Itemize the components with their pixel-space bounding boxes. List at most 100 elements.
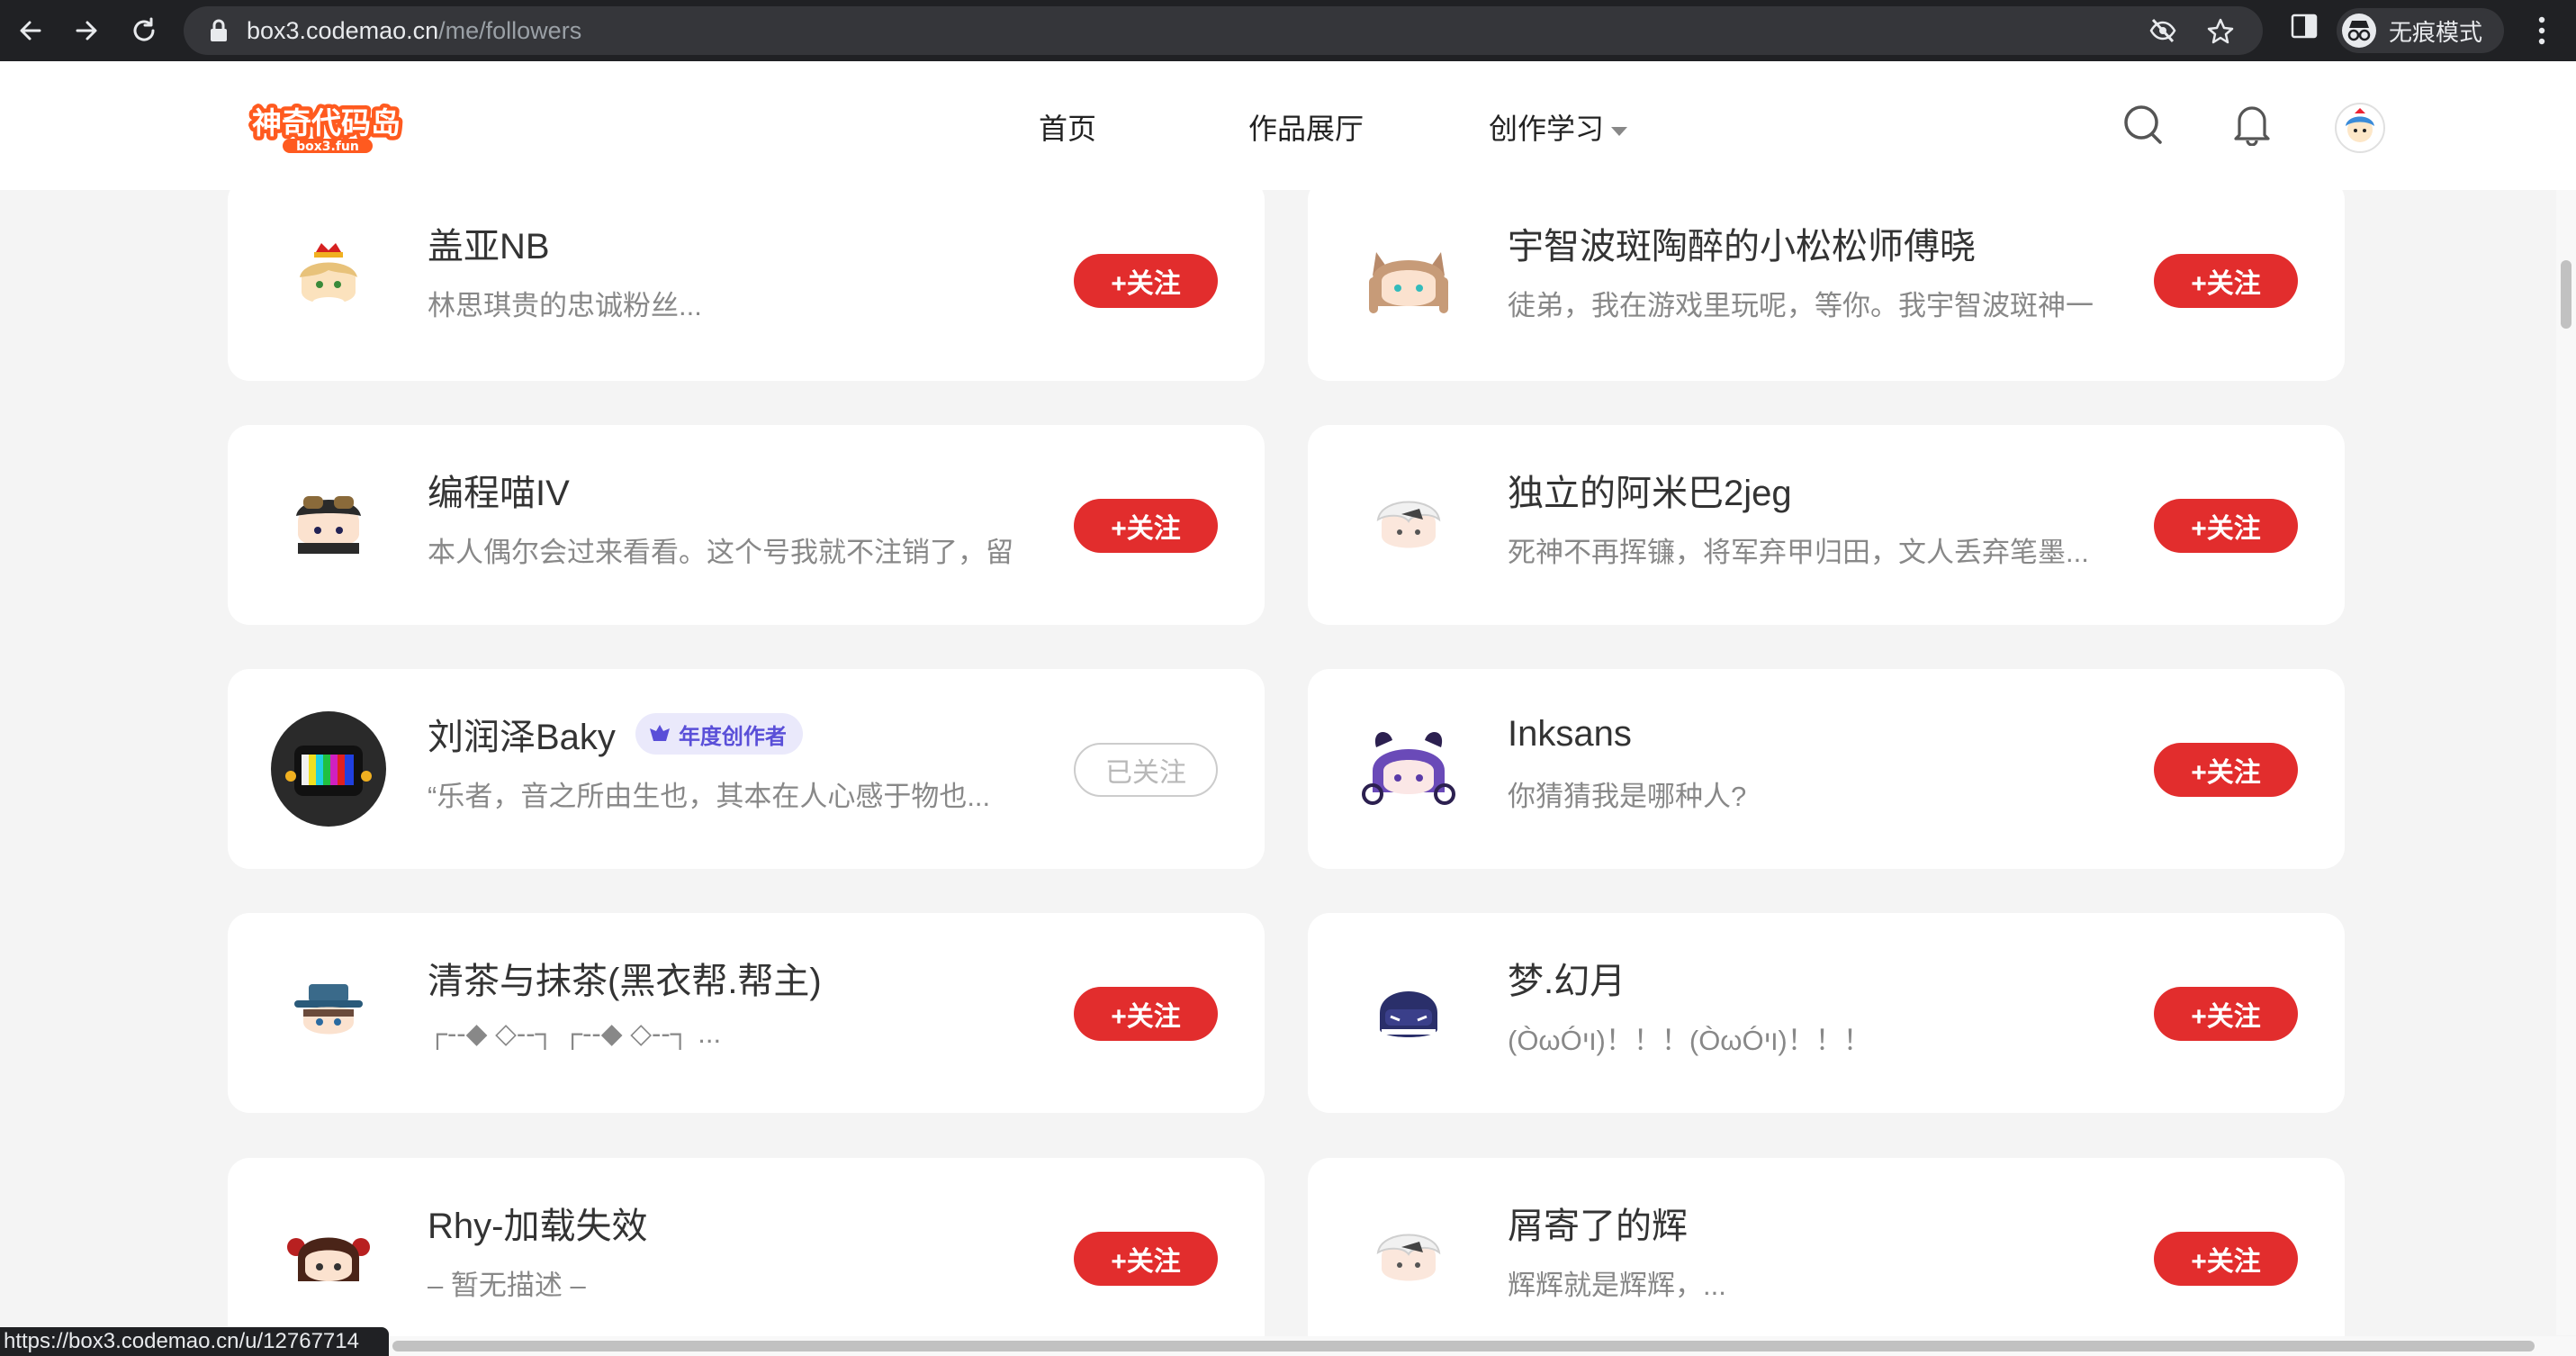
forward-button[interactable] [65, 9, 108, 52]
eye-off-icon[interactable] [2149, 18, 2176, 43]
avatar[interactable] [271, 225, 386, 340]
browser-toolbar: box3.codemao.cn/me/followers 无痕模式 [0, 0, 2576, 61]
url-path: /me/followers [438, 17, 582, 44]
avatar[interactable] [1351, 225, 1466, 340]
follower-card[interactable]: 梦.幻月 (ÒωÓױ)！！！(ÒωÓױ)！！！ +关注 [1308, 913, 2345, 1113]
navy-hood-avatar-icon [1380, 991, 1437, 1037]
user-description: 辉辉就是辉辉，... [1508, 1270, 1726, 1301]
follow-button[interactable]: +关注 [1074, 499, 1218, 553]
user-name[interactable]: 屑寄了的辉 [1508, 1197, 1688, 1249]
user-name-row: Inksans [1508, 709, 1632, 759]
codemao-logo: 神奇代码岛 box3.fun [248, 102, 405, 155]
reload-icon [133, 17, 155, 41]
cat-ear-avatar-icon [1369, 252, 1448, 313]
follow-button[interactable]: +关注 [1074, 1232, 1218, 1286]
incognito-indicator[interactable]: 无痕模式 [2337, 8, 2504, 53]
user-description: ┌--◆ ◇--┐ ┌--◆ ◇--┐ ... [428, 1017, 722, 1049]
user-name-row: 屑寄了的辉 [1508, 1198, 1688, 1248]
avatar[interactable] [271, 467, 386, 583]
user-name-row: 独立的阿米巴2jeg [1508, 465, 1792, 515]
user-name-row: 清茶与抹茶(黑衣帮.帮主) [428, 953, 822, 1003]
avatar[interactable] [1351, 955, 1466, 1071]
diamond-icon [649, 725, 670, 741]
user-name[interactable]: 清茶与抹茶(黑衣帮.帮主) [428, 952, 822, 1004]
follower-card[interactable]: 清茶与抹茶(黑衣帮.帮主) ┌--◆ ◇--┐ ┌--◆ ◇--┐ ... +关… [228, 913, 1265, 1113]
avatar[interactable] [1351, 1200, 1466, 1315]
nav-learn[interactable]: 创作学习 [1489, 106, 1628, 148]
follow-button[interactable]: +关注 [2154, 254, 2298, 308]
reload-button[interactable] [122, 9, 166, 52]
scrollbar-thumb[interactable] [392, 1341, 2535, 1351]
user-avatar[interactable] [2335, 103, 2385, 153]
user-name[interactable]: 梦.幻月 [1508, 952, 1626, 1004]
follower-card[interactable]: 独立的阿米巴2jeg 死神不再挥镰，将军弃甲归田，文人丢弃笔墨... +关注 [1308, 425, 2345, 625]
url-host: box3.codemao.cn [247, 17, 439, 44]
more-menu-icon[interactable] [2531, 14, 2553, 47]
user-name[interactable]: 独立的阿米巴2jeg [1508, 464, 1792, 516]
user-name[interactable]: 宇智波斑陶醉的小松松师傅晓 [1508, 217, 1976, 269]
follower-card[interactable]: Inksans 你猜猜我是哪种人? +关注 [1308, 669, 2345, 869]
user-name-row: 梦.幻月 [1508, 953, 1626, 1003]
follower-card[interactable]: 刘润泽Baky 年度创作者 “乐者，音之所由生也，其本在人心感于物也... 已关… [228, 669, 1265, 869]
user-name-row: 刘润泽Baky 年度创作者 [428, 709, 803, 759]
white-hair-avatar-icon [1376, 501, 1441, 548]
user-description: “乐者，音之所由生也，其本在人心感于物也... [428, 781, 991, 812]
user-name[interactable]: 盖亚NB [428, 217, 550, 269]
nav-home[interactable]: 首页 [1039, 106, 1096, 148]
follow-button[interactable]: +关注 [2154, 499, 2298, 553]
follower-card[interactable]: 屑寄了的辉 辉辉就是辉辉，... +关注 [1308, 1158, 2345, 1356]
goggles-avatar-icon [296, 496, 361, 554]
avatar[interactable] [271, 1200, 386, 1315]
follower-card[interactable]: 编程喵IV 本人偶尔会过来看看。这个号我就不注销了，留 +关注 [228, 425, 1265, 625]
back-button[interactable] [9, 9, 52, 52]
bell-icon[interactable] [2232, 103, 2272, 146]
arrow-right-icon [76, 21, 97, 41]
user-name[interactable]: Inksans [1508, 714, 1632, 755]
avatar[interactable] [271, 955, 386, 1071]
purple-horn-avatar-icon [1362, 731, 1455, 805]
search-icon[interactable] [2122, 103, 2164, 146]
user-name[interactable]: 编程喵IV [428, 464, 570, 516]
address-bar[interactable]: box3.codemao.cn/me/followers [184, 6, 2263, 55]
side-panel-icon[interactable] [2291, 13, 2318, 40]
nav-learn-label: 创作学习 [1489, 113, 1605, 145]
vertical-scrollbar[interactable] [2556, 190, 2576, 1335]
followed-button[interactable]: 已关注 [1074, 743, 1218, 797]
site-header: 神奇代码岛 box3.fun 首页 作品展厅 创作学习 [0, 61, 2576, 190]
red-bow-avatar-icon [287, 1237, 370, 1281]
horizontal-scrollbar[interactable] [389, 1336, 2576, 1356]
user-description: 死神不再挥镰，将军弃甲归田，文人丢弃笔墨... [1508, 537, 2089, 568]
follow-button[interactable]: +关注 [2154, 743, 2298, 797]
blue-hat-avatar-icon [294, 984, 363, 1035]
avatar[interactable] [1351, 711, 1466, 827]
follower-card[interactable]: 宇智波斑陶醉的小松松师傅晓 徒弟，我在游戏里玩呢，等你。我宇智波斑神一 +关注 [1308, 178, 2345, 381]
avatar[interactable] [1351, 467, 1466, 583]
site-logo[interactable]: 神奇代码岛 box3.fun [247, 101, 419, 155]
user-description: 本人偶尔会过来看看。这个号我就不注销了，留 [428, 537, 1013, 568]
user-name[interactable]: 刘润泽Baky [428, 708, 616, 760]
crown-avatar-icon [300, 243, 357, 308]
logo-text: 神奇代码岛 [252, 105, 401, 140]
user-name-row: 盖亚NB [428, 218, 550, 268]
arrow-left-icon [20, 21, 41, 41]
user-name[interactable]: Rhy-加载失效 [428, 1197, 647, 1249]
url-text: box3.codemao.cn/me/followers [247, 6, 581, 55]
scrollbar-thumb[interactable] [2561, 260, 2571, 329]
chevron-down-icon [1611, 126, 1628, 136]
follow-button[interactable]: +关注 [1074, 987, 1218, 1041]
follow-button[interactable]: +关注 [2154, 987, 2298, 1041]
nav-showcase[interactable]: 作品展厅 [1248, 106, 1364, 148]
lock-icon [211, 19, 227, 41]
follow-button[interactable]: +关注 [1074, 254, 1218, 308]
user-description: 徒弟，我在游戏里玩呢，等你。我宇智波斑神一 [1508, 290, 2094, 321]
incognito-label: 无痕模式 [2389, 18, 2483, 46]
user-name-row: 编程喵IV [428, 465, 570, 515]
follower-card[interactable]: Rhy-加载失效 – 暂无描述 – +关注 [228, 1158, 1265, 1356]
star-icon[interactable] [2207, 18, 2234, 45]
avatar[interactable] [271, 711, 386, 827]
follower-card[interactable]: 盖亚NB 林思琪贵的忠诚粉丝... +关注 [228, 178, 1265, 381]
user-name-row: Rhy-加载失效 [428, 1198, 647, 1248]
white-hair-avatar-icon [1376, 1234, 1441, 1281]
follow-button[interactable]: +关注 [2154, 1232, 2298, 1286]
user-description: 你猜猜我是哪种人? [1508, 781, 1747, 812]
